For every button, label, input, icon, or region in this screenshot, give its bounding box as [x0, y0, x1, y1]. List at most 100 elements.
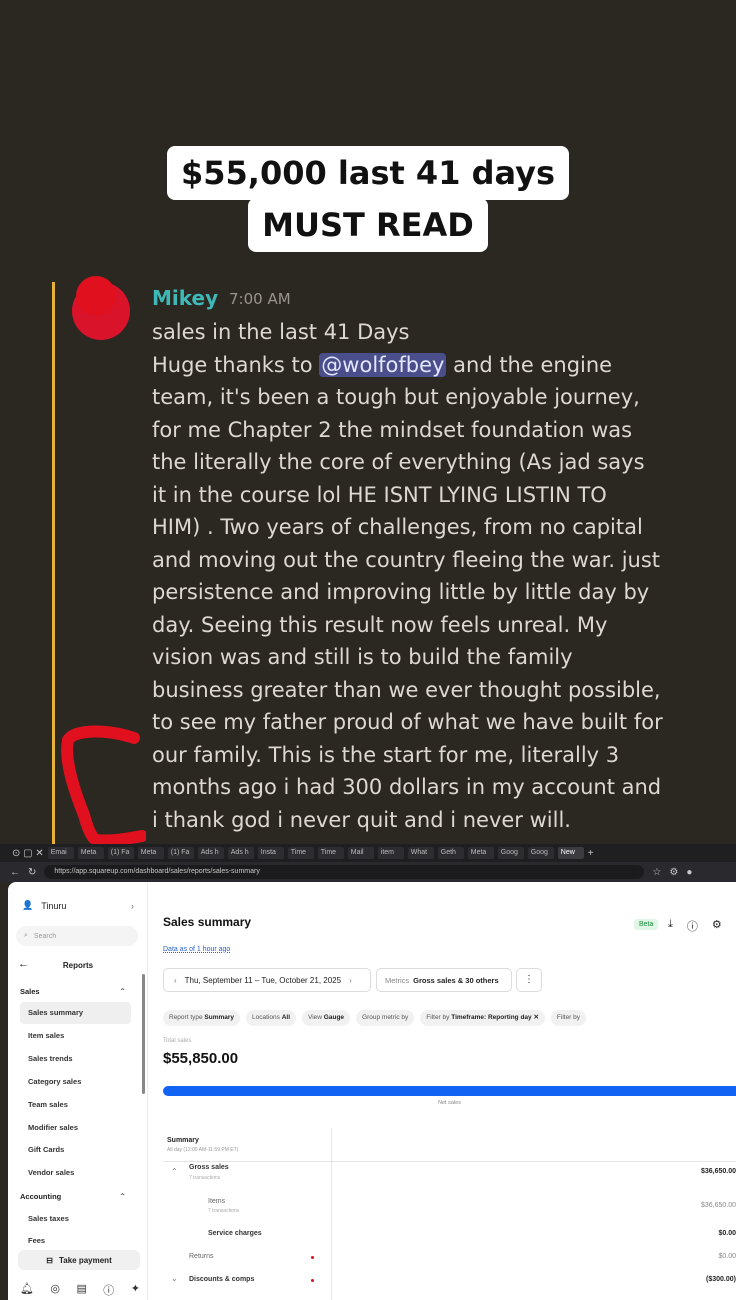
clipboard-icon[interactable]: ▤ [76, 1282, 86, 1298]
sidebar-scrollbar[interactable] [142, 974, 145, 1094]
table-row-discounts[interactable]: ⌄ Discounts & comps ($300.00) [163, 1274, 736, 1298]
date-range-picker[interactable]: ‹ Thu, September 11 – Tue, October 21, 2… [163, 968, 371, 992]
browser-tab[interactable]: Mail [347, 847, 374, 859]
filter-chip-view[interactable]: View Gauge [302, 1010, 351, 1026]
filter-chip-timeframe[interactable]: Filter by Timeframe: Reporting day ✕ [420, 1010, 545, 1026]
browser-tab[interactable]: Emai [47, 847, 74, 859]
browser-tab[interactable]: (1) Fa [167, 847, 194, 859]
beta-badge: Beta [634, 919, 659, 930]
message-timestamp: 7:00 AM [229, 290, 291, 308]
filter-chip-locations[interactable]: Locations All [246, 1010, 296, 1026]
browser-tab-active[interactable]: New [557, 847, 584, 859]
sidebar-section-accounting[interactable]: Accounting ⌃ [20, 1192, 126, 1201]
help-icon[interactable]: ⓘ [103, 1282, 114, 1298]
sidebar-item-sales-taxes[interactable]: Sales taxes [20, 1208, 131, 1230]
take-payment-button[interactable]: ⊟ Take payment [18, 1250, 140, 1270]
sidebar-item-team-sales[interactable]: Team sales [20, 1094, 131, 1116]
sidebar-item-fees[interactable]: Fees [20, 1230, 131, 1252]
chevron-up-icon[interactable]: ⌃ [171, 1167, 178, 1176]
chevron-up-icon: ⌃ [119, 987, 126, 996]
reports-sidebar: 👤 Tinuru › ⌕ Search ← Reports Sales ⌃ Sal… [8, 882, 148, 1300]
net-sales-gauge [163, 1086, 736, 1096]
filter-chips: Report type Summary Locations All View G… [163, 1010, 587, 1026]
page-title: Sales summary [163, 915, 252, 929]
new-tab-icon[interactable]: + [588, 848, 594, 859]
filter-chip-report-type[interactable]: Report type Summary [163, 1010, 241, 1026]
window-controls-icon[interactable]: ⊙ ▢ ✕ [12, 848, 44, 859]
table-row-service-charges[interactable]: Service charges $0.00 [163, 1230, 736, 1252]
gauge-label: Net sales [438, 1100, 461, 1106]
sidebar-item-category-sales[interactable]: Category sales [20, 1071, 131, 1093]
header-actions: ⤓ ⓘ ⚙ [668, 918, 722, 934]
sparkle-icon[interactable]: ✦ [131, 1282, 140, 1298]
user-mention[interactable]: @wolfofbey [319, 352, 447, 377]
sidebar-item-gift-cards[interactable]: Gift Cards [20, 1139, 131, 1161]
sidebar-item-vendor-sales[interactable]: Vendor sales [20, 1162, 131, 1184]
browser-tab-bar: ⊙ ▢ ✕ Emai Meta (1) Fa Meta (1) Fa Ads h… [0, 844, 736, 862]
table-row-items[interactable]: Items 7 transactions $36,650.00 [163, 1198, 736, 1220]
payment-icon: ⊟ [46, 1255, 53, 1265]
browser-tab[interactable]: Meta [77, 847, 104, 859]
url-field[interactable]: https://app.squareup.com/dashboard/sales… [44, 865, 645, 879]
chevron-left-icon[interactable]: ‹ [174, 976, 177, 985]
red-annotation-mark [61, 725, 146, 847]
search-icon: ⌕ [24, 932, 28, 939]
browser-tab[interactable]: What [407, 847, 434, 859]
sidebar-item-modifier-sales[interactable]: Modifier sales [20, 1117, 131, 1139]
download-icon[interactable]: ⤓ [668, 918, 673, 934]
bell-icon[interactable]: 🔔︎ [20, 1282, 34, 1298]
sidebar-section-sales[interactable]: Sales ⌃ [20, 987, 126, 996]
chevron-right-icon: › [131, 900, 134, 911]
browser-tab[interactable]: Meta [467, 847, 494, 859]
message-username[interactable]: Mikey [152, 286, 218, 310]
browser-tab[interactable]: Goog [497, 847, 524, 859]
sidebar-title: Reports [62, 961, 94, 970]
table-row-returns[interactable]: Returns $0.00 [163, 1253, 736, 1275]
browser-tab[interactable]: Time [287, 847, 314, 859]
report-main: Sales summary Beta ⤓ ⓘ ⚙ Data as of 1 ho… [148, 882, 736, 1300]
sidebar-item-sales-summary[interactable]: Sales summary [20, 1002, 131, 1024]
sidebar-bottom-toolbar: 🔔︎ ◎ ▤ ⓘ ✦ [20, 1282, 140, 1298]
info-icon[interactable]: ⓘ [687, 918, 698, 934]
story-caption-line2: MUST READ [0, 198, 736, 252]
filter-chip-add[interactable]: Filter by [550, 1010, 587, 1026]
person-icon: 👤 [22, 900, 34, 910]
table-header: Summary All day (12:00 AM-11:59 PM ET) [163, 1128, 736, 1162]
story-caption-line1: $55,000 last 41 days [0, 146, 736, 200]
profile-icon[interactable]: ● [686, 867, 692, 878]
browser-tab[interactable]: (1) Fa [107, 847, 134, 859]
browser-tab[interactable]: Ads h [197, 847, 224, 859]
account-switcher[interactable]: 👤 Tinuru › [22, 900, 134, 911]
bookmark-star-icon[interactable]: ☆ [652, 867, 661, 878]
chevron-right-icon[interactable]: › [349, 976, 352, 985]
filter-chip-group-metric[interactable]: Group metric by [356, 1010, 415, 1026]
chevron-up-icon: ⌃ [119, 1192, 126, 1201]
sidebar-item-sales-trends[interactable]: Sales trends [20, 1048, 131, 1070]
browser-tab[interactable]: Time [317, 847, 344, 859]
browser-tab[interactable]: Insta [257, 847, 284, 859]
extensions-icon[interactable]: ⚙ [669, 867, 678, 878]
browser-address-bar: ← ↻ https://app.squareup.com/dashboard/s… [0, 862, 736, 882]
more-options-icon[interactable]: ⋮ [516, 968, 542, 992]
chevron-down-icon[interactable]: ⌄ [171, 1274, 178, 1283]
status-dot [311, 1256, 314, 1259]
sales-dashboard: 👤 Tinuru › ⌕ Search ← Reports Sales ⌃ Sal… [8, 882, 736, 1300]
data-freshness-link[interactable]: Data as of 1 hour ago [163, 946, 230, 953]
browser-tab[interactable]: Geth [437, 847, 464, 859]
sidebar-search-input[interactable]: ⌕ Search [16, 926, 138, 946]
browser-tab[interactable]: Meta [137, 847, 164, 859]
summary-table: Summary All day (12:00 AM-11:59 PM ET) ⌃… [163, 1128, 736, 1300]
total-sales-value: $55,850.00 [163, 1050, 239, 1067]
table-row-gross-sales[interactable]: ⌃ Gross sales 7 transactions $36,650.00 [163, 1164, 736, 1186]
reload-icon[interactable]: ↻ [28, 867, 36, 878]
metrics-selector[interactable]: Metrics Gross sales & 30 others [376, 968, 512, 992]
browser-tab[interactable]: Ads h [227, 847, 254, 859]
settings-icon[interactable]: ⚙ [712, 918, 722, 934]
browser-tab[interactable]: Goog [527, 847, 554, 859]
redaction-scribble [76, 276, 116, 316]
messages-icon[interactable]: ◎ [50, 1282, 60, 1298]
back-arrow-icon[interactable]: ← [10, 867, 20, 878]
sidebar-item-item-sales[interactable]: Item sales [20, 1025, 131, 1047]
browser-tab[interactable]: item [377, 847, 404, 859]
total-sales-label: Total sales [163, 1038, 192, 1044]
